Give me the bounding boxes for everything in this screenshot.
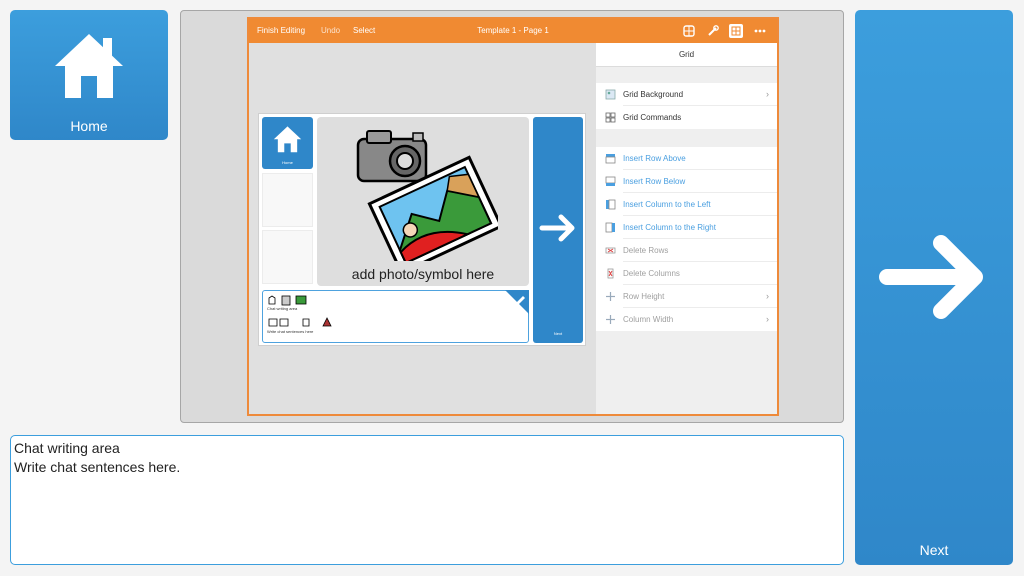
edit-pencil-icon[interactable] — [505, 290, 529, 314]
arrow-right-icon — [539, 214, 575, 242]
grid-commands-row[interactable]: Grid Commands — [596, 106, 777, 129]
home-button[interactable]: Home — [10, 10, 168, 140]
row-height-label: Row Height — [623, 292, 665, 301]
board-empty-cell[interactable] — [262, 173, 313, 227]
content-area: Finish Editing Undo Select Template 1 - … — [180, 10, 844, 423]
board-chat-cell[interactable]: Chat writing area Write chat sentences h… — [262, 290, 529, 343]
grid-background-label: Grid Background — [623, 90, 684, 99]
chat-line-1: Chat writing area — [14, 440, 120, 456]
chevron-right-icon: › — [766, 291, 769, 301]
board-chat-line2: Write chat sentences here — [267, 329, 314, 334]
grid-icon[interactable] — [729, 24, 743, 38]
chevron-right-icon: › — [766, 314, 769, 324]
board-photo-cell[interactable]: add photo/symbol here — [317, 117, 529, 286]
chevron-right-icon: › — [766, 89, 769, 99]
insert-column-right-icon — [605, 222, 615, 233]
editor-title: Template 1 - Page 1 — [477, 26, 549, 35]
delete-columns-label: Delete Columns — [623, 269, 680, 278]
grid-background-icon — [605, 89, 616, 100]
insert-row-above-label: Insert Row Above — [623, 154, 686, 163]
home-button-label: Home — [70, 118, 108, 134]
camera-picture-icon — [356, 130, 498, 261]
next-button[interactable]: Next — [855, 10, 1013, 565]
board-empty-cell[interactable] — [262, 230, 313, 284]
tool-icon[interactable] — [706, 24, 720, 38]
grid-panel-header: Grid — [596, 43, 777, 67]
board-home-label: Home — [282, 160, 293, 165]
insert-column-right-label: Insert Column to the Right — [623, 223, 716, 232]
home-icon — [273, 126, 302, 153]
sentence-symbols-icon — [268, 317, 332, 327]
delete-rows-icon — [605, 247, 616, 254]
column-width-label: Column Width — [623, 315, 674, 324]
insert-column-left-icon — [606, 199, 616, 210]
insert-column-left-label: Insert Column to the Left — [623, 200, 711, 209]
delete-columns-icon — [607, 268, 614, 279]
insert-column-left-row[interactable]: Insert Column to the Left — [596, 193, 777, 216]
delete-rows-label: Delete Rows — [623, 246, 669, 255]
more-icon[interactable] — [753, 24, 767, 38]
insert-row-above-row[interactable]: Insert Row Above — [596, 147, 777, 170]
home-icon — [55, 34, 123, 98]
editor-toolbar: Finish Editing Undo Select Template 1 - … — [249, 19, 777, 43]
column-width-icon — [606, 315, 615, 324]
board-chat-line1: Chat writing area — [267, 306, 298, 311]
hand-symbols-icon — [268, 295, 307, 306]
delete-columns-row[interactable]: Delete Columns — [596, 262, 777, 285]
grid-background-row[interactable]: Grid Background › — [596, 83, 777, 106]
row-height-row[interactable]: Row Height › — [596, 285, 777, 308]
column-width-row[interactable]: Column Width › — [596, 308, 777, 331]
editor-screenshot[interactable]: Finish Editing Undo Select Template 1 - … — [247, 17, 779, 416]
insert-row-below-row[interactable]: Insert Row Below — [596, 170, 777, 193]
grid-panel: Grid Grid Background › Grid Commands Ins… — [596, 43, 777, 414]
insert-row-below-label: Insert Row Below — [623, 177, 686, 186]
board-home-cell[interactable]: Home — [262, 117, 313, 169]
chat-writing-area[interactable]: Chat writing area Write chat sentences h… — [10, 435, 844, 565]
row-height-icon — [606, 292, 615, 301]
insert-column-right-row[interactable]: Insert Column to the Right — [596, 216, 777, 239]
grid-commands-icon — [605, 112, 616, 123]
board-preview: Home add photo/symbol here Next Chat wri… — [258, 113, 586, 346]
photo-caption: add photo/symbol here — [351, 266, 495, 282]
delete-rows-row[interactable]: Delete Rows — [596, 239, 777, 262]
board-next-label: Next — [553, 331, 563, 336]
chat-line-2: Write chat sentences here. — [14, 459, 181, 475]
insert-row-below-icon — [605, 176, 616, 186]
grid-palette-icon[interactable] — [682, 24, 696, 38]
insert-row-above-icon — [605, 154, 616, 164]
grid-commands-label: Grid Commands — [623, 113, 682, 122]
arrow-right-icon — [879, 235, 983, 319]
board-next-cell[interactable]: Next — [533, 117, 583, 343]
next-button-label: Next — [919, 542, 949, 558]
